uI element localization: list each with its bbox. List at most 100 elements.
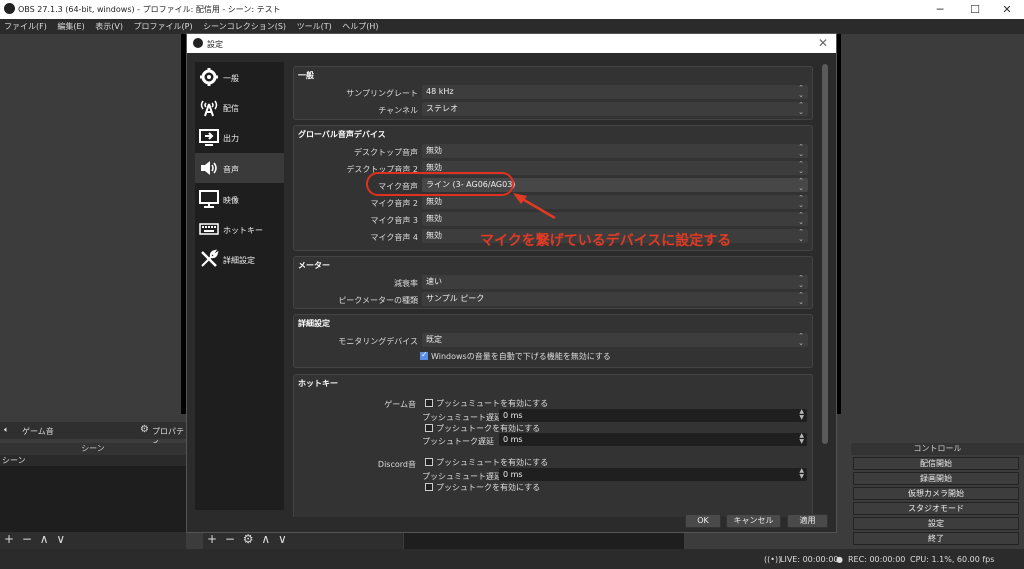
updown-icon: ⌃ ⌄ [798,101,804,116]
nav-hotkeys[interactable]: ホットキー [195,214,284,244]
select-value: 無効 [426,214,442,223]
updown-icon: ⌃ ⌄ [798,332,804,347]
settings-scrollbar[interactable] [821,64,829,514]
dialog-close-icon[interactable]: ✕ [818,36,828,50]
group-title: メーター [298,261,330,270]
monitor-select[interactable]: 既定 ⌃ ⌄ [422,333,808,347]
context-bar: 🔈︎ ゲーム音 ⚙ プロパティ [0,422,186,447]
gear-icon [200,68,218,86]
scene-item[interactable]: シーン [0,455,186,466]
move-down-icon[interactable]: ∨ [56,532,65,546]
game-push-talk-checkbox[interactable] [425,424,433,432]
push-mute-enable-label: プッシュミュートを有効にする [436,458,549,467]
discord-push-talk-checkbox[interactable] [425,483,433,491]
select-value: 既定 [426,335,442,344]
peak-select[interactable]: サンプル ピーク ⌃ ⌄ [422,292,808,306]
ducking-label: Windowsの音量を自動で下げる機能を無効にする [431,352,611,361]
select-value: 無効 [426,197,442,206]
annotation-highlight-oval [366,172,514,196]
menu-edit[interactable]: 編集(E) [57,19,84,34]
group-title: ホットキー [298,379,338,388]
menu-file[interactable]: ファイル(F) [4,19,47,34]
nav-output[interactable]: 出力 [195,122,284,152]
annotation-text: マイクを繋げているデバイスに設定する [480,233,732,249]
scrollbar-thumb[interactable] [822,64,828,444]
maximize-button[interactable]: ☐ [958,0,992,19]
spin-arrows-icon[interactable]: ▲ ▼ [799,433,804,445]
scenes-list: シーン [0,455,186,532]
sample-rate-row: サンプリングレート 48 kHz ⌃ ⌄ [294,85,814,99]
rec-status: REC: 00:00:00 [848,555,906,564]
spin-arrows-icon[interactable]: ▲ ▼ [799,468,804,480]
mic-audio-3-select[interactable]: 無効 ⌃ ⌄ [422,212,808,226]
keyboard-icon [199,223,219,235]
scenes-header: シーン [0,443,186,455]
decay-select[interactable]: 速い ⌃ ⌄ [422,275,808,289]
source-settings-icon[interactable]: ⚙ [243,532,254,546]
menu-tools[interactable]: ツール(T) [297,19,332,34]
ok-button[interactable]: OK [685,514,721,528]
start-recording-button[interactable]: 録画開始 [853,472,1019,485]
tools-icon [201,249,219,267]
ducking-checkbox[interactable] [420,350,428,360]
settings-button[interactable]: 設定 [853,517,1019,530]
group-title: 一般 [298,71,314,80]
cancel-button[interactable]: キャンセル [726,514,781,528]
updown-icon: ⌃ ⌄ [798,177,804,192]
spin-value: 0 ms [503,435,523,444]
select-value: 無効 [426,146,442,155]
game-push-talk-delay-input[interactable]: 0 ms ▲ ▼ [499,433,807,446]
sample-rate-select[interactable]: 48 kHz ⌃ ⌄ [422,85,808,99]
nav-advanced[interactable]: 詳細設定 [195,244,284,274]
exit-button[interactable]: 終了 [853,532,1019,545]
nav-audio[interactable]: 音声 [195,153,284,183]
rec-dot-icon: ● [836,555,843,564]
spin-arrows-icon[interactable]: ▲ ▼ [799,409,804,421]
remove-source-icon[interactable]: − [225,532,235,546]
minimize-button[interactable]: ─ [923,0,957,19]
sample-rate-label: サンプリングレート [346,89,418,98]
game-push-mute-delay-input[interactable]: 0 ms ▲ ▼ [499,409,807,422]
dialog-title-bar: 設定 ✕ [187,34,836,53]
move-up-icon[interactable]: ∧ [40,532,49,546]
monitor-label: モニタリングデバイス [338,337,418,346]
spin-value: 0 ms [503,411,523,420]
nav-video[interactable]: 映像 [195,184,284,214]
scenes-toolbar: + − ∧ ∨ [0,532,186,549]
audio-source-label: ゲーム音 [22,427,54,436]
menu-view[interactable]: 表示(V) [95,19,123,34]
mic-audio-4-label: マイク音声 4 [370,233,418,242]
studio-mode-button[interactable]: スタジオモード [853,502,1019,515]
desktop-audio-select[interactable]: 無効 ⌃ ⌄ [422,144,808,158]
select-value: 無効 [426,231,442,240]
close-button[interactable]: ✕ [990,0,1024,19]
add-scene-icon[interactable]: + [4,532,14,546]
select-value: 48 kHz [426,87,454,96]
move-up-icon[interactable]: ∧ [261,532,270,546]
device-row: デスクトップ音声 無効 ⌃ ⌄ [294,144,814,158]
apply-button[interactable]: 適用 [787,514,828,528]
select-value: 無効 [426,163,442,172]
game-push-mute-checkbox[interactable] [425,399,433,407]
menu-scene-collection[interactable]: シーンコレクション(S) [203,19,286,34]
nav-stream[interactable]: 配信 [195,92,284,122]
start-virtual-camera-button[interactable]: 仮想カメラ開始 [853,487,1019,500]
menu-help[interactable]: ヘルプ(H) [342,19,378,34]
mic-audio-2-select[interactable]: 無効 ⌃ ⌄ [422,195,808,209]
move-down-icon[interactable]: ∨ [278,532,287,546]
start-streaming-button[interactable]: 配信開始 [853,457,1019,470]
push-talk-delay-label: プッシュトーク遅延 [422,437,494,446]
updown-icon: ⌃ ⌄ [798,228,804,243]
mic-audio-2-label: マイク音声 2 [370,199,418,208]
discord-push-mute-delay-input[interactable]: 0 ms ▲ ▼ [499,468,807,481]
nav-general[interactable]: 一般 [195,62,284,92]
broadcast-icon [200,100,218,117]
game-audio-label: ゲーム音 [384,400,416,409]
spin-value: 0 ms [503,470,523,479]
menu-profile[interactable]: プロファイル(P) [134,19,193,34]
add-source-icon[interactable]: + [207,532,217,546]
gear-icon[interactable]: ⚙ [140,424,149,435]
remove-scene-icon[interactable]: − [22,532,32,546]
discord-push-mute-checkbox[interactable] [425,458,433,466]
channel-select[interactable]: ステレオ ⌃ ⌄ [422,102,808,116]
